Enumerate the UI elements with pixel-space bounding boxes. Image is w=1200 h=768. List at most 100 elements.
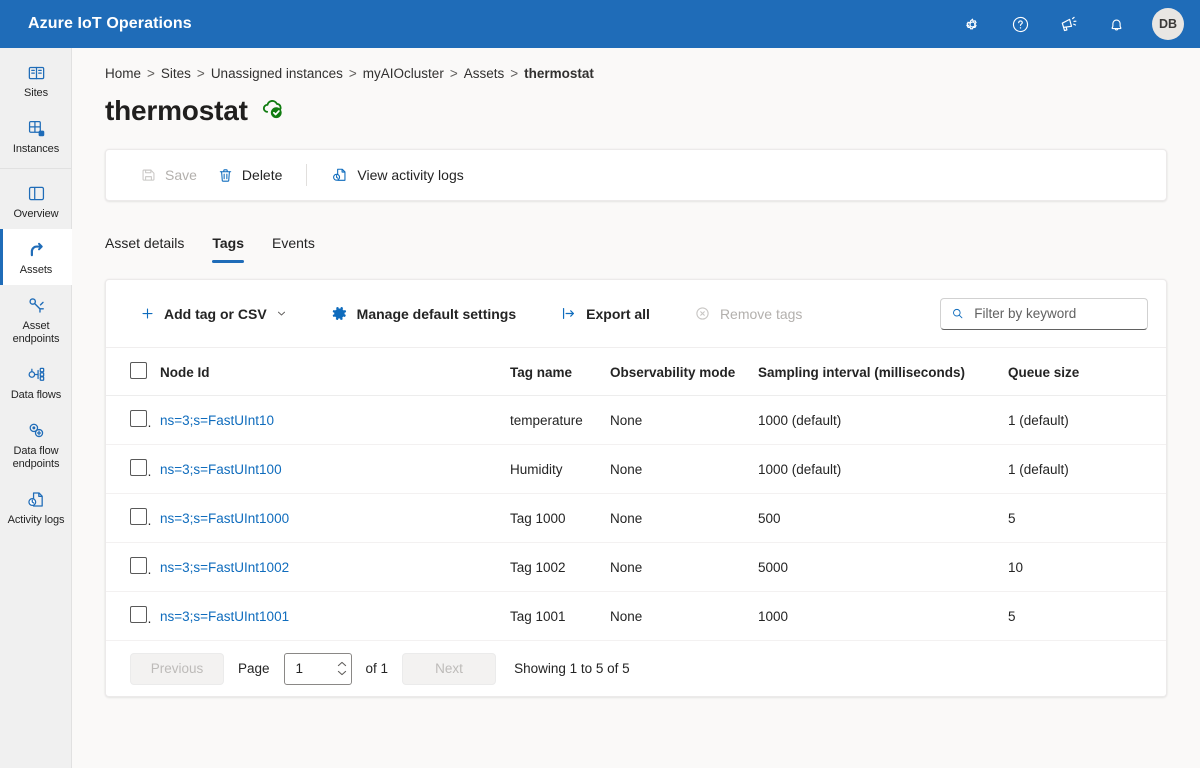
breadcrumb: Home > Sites > Unassigned instances > my… [105, 66, 1200, 81]
sites-icon [26, 61, 47, 83]
tab-asset-details[interactable]: Asset details [105, 233, 198, 263]
cell-queue-size: 10 [1000, 542, 1166, 592]
pagination: Previous Page of 1 Next Showing 1 to 5 o… [106, 641, 1166, 696]
tab-tags[interactable]: Tags [198, 233, 258, 263]
previous-page-button: Previous [130, 652, 224, 685]
row-checkbox[interactable] [130, 410, 147, 427]
gear-icon [332, 307, 346, 320]
command-bar: Save Delete View activity logs [105, 149, 1167, 201]
cell-sampling-interval: 1000 (default) [750, 444, 1000, 494]
page-number-input[interactable] [293, 660, 337, 677]
table-row[interactable]: ns=3;s=FastUInt1001 Tag 1001 None 1000 5 [106, 591, 1166, 641]
sidebar: Sites Instances Overview Assets Asset en… [0, 48, 72, 768]
stepper-arrows[interactable] [337, 661, 347, 676]
row-checkbox[interactable] [130, 508, 147, 525]
showing-range-label: Showing 1 to 5 of 5 [514, 661, 630, 676]
chevron-down-icon [337, 670, 346, 676]
sidebar-item-label: Data flow endpoints [12, 445, 60, 470]
cell-node-id: ns=3;s=FastUInt10 [152, 395, 502, 445]
instances-icon [26, 117, 47, 139]
node-id-link[interactable]: ns=3;s=FastUInt100 [160, 462, 282, 477]
save-label: Save [165, 167, 197, 183]
search-input[interactable] [972, 305, 1137, 322]
add-tag-or-csv-button[interactable]: Add tag or CSV [130, 297, 297, 331]
column-header-node-id[interactable]: Node Id [152, 348, 502, 396]
cell-queue-size: 5 [1000, 591, 1166, 641]
cell-node-id: ns=3;s=FastUInt100 [152, 444, 502, 494]
cell-tag-name: Tag 1001 [502, 591, 602, 641]
breadcrumb-item-unassigned-instances[interactable]: Unassigned instances [211, 66, 343, 81]
remove-icon [696, 307, 709, 320]
sidebar-item-instances[interactable]: Instances [0, 108, 72, 164]
table-row[interactable]: ns=3;s=FastUInt1000 Tag 1000 None 500 5 [106, 493, 1166, 543]
node-id-link[interactable]: ns=3;s=FastUInt10 [160, 413, 274, 428]
manage-default-settings-button[interactable]: Manage default settings [321, 297, 526, 331]
sidebar-item-sites[interactable]: Sites [0, 52, 72, 108]
column-header-observability-mode[interactable]: Observability mode [602, 348, 750, 396]
command-divider [306, 164, 308, 186]
manage-defaults-label: Manage default settings [356, 305, 517, 322]
export-icon [563, 307, 575, 320]
node-id-link[interactable]: ns=3;s=FastUInt1002 [160, 560, 289, 575]
sidebar-item-label: Assets [19, 264, 53, 276]
cell-sampling-interval: 5000 [750, 542, 1000, 592]
export-all-button[interactable]: Export all [550, 297, 660, 331]
help-icon[interactable] [1004, 8, 1036, 40]
row-checkbox[interactable] [130, 459, 147, 476]
table-row[interactable]: ns=3;s=FastUInt100 Humidity None 1000 (d… [106, 444, 1166, 494]
row-checkbox[interactable] [130, 606, 147, 623]
node-id-link[interactable]: ns=3;s=FastUInt1000 [160, 511, 289, 526]
sidebar-item-data-flow-endpoints[interactable]: Data flow endpoints [0, 410, 72, 479]
view-activity-logs-button[interactable]: View activity logs [321, 158, 473, 192]
overview-icon [26, 182, 47, 204]
cell-observability-mode: None [602, 444, 750, 494]
sidebar-item-overview[interactable]: Overview [0, 173, 72, 229]
breadcrumb-item-assets[interactable]: Assets [464, 66, 505, 81]
tab-events[interactable]: Events [258, 233, 329, 263]
sidebar-item-label: Overview [13, 208, 59, 220]
next-page-button: Next [402, 652, 497, 685]
cell-tag-name: Tag 1000 [502, 493, 602, 543]
settings-icon[interactable] [956, 8, 988, 40]
avatar[interactable]: DB [1152, 8, 1184, 40]
app-title: Azure IoT Operations [28, 15, 192, 32]
select-all-checkbox[interactable] [130, 362, 147, 379]
page-total-label: of 1 [365, 661, 389, 676]
page-number-stepper[interactable] [283, 652, 352, 685]
breadcrumb-item-sites[interactable]: Sites [161, 66, 191, 81]
cell-observability-mode: None [602, 493, 750, 543]
cell-sampling-interval: 1000 (default) [750, 395, 1000, 445]
row-checkbox[interactable] [130, 557, 147, 574]
breadcrumb-item-myaiocluster[interactable]: myAIOcluster [363, 66, 444, 81]
feedback-icon[interactable] [1052, 8, 1084, 40]
node-id-link[interactable]: ns=3;s=FastUInt1001 [160, 609, 289, 624]
cell-queue-size: 5 [1000, 493, 1166, 543]
column-header-sampling-interval[interactable]: Sampling interval (milliseconds) [750, 348, 1000, 396]
save-button: Save [130, 158, 207, 192]
notifications-icon[interactable] [1100, 8, 1132, 40]
table-header-row: Node Id Tag name Observability mode Samp… [106, 348, 1166, 396]
table-row[interactable]: ns=3;s=FastUInt1002 Tag 1002 None 5000 1… [106, 542, 1166, 592]
delete-button[interactable]: Delete [207, 158, 292, 192]
sidebar-item-data-flows[interactable]: Data flows [0, 354, 72, 410]
cell-sampling-interval: 1000 [750, 591, 1000, 641]
table-row[interactable]: ns=3;s=FastUInt10 temperature None 1000 … [106, 395, 1166, 445]
sidebar-item-activity-logs[interactable]: Activity logs [0, 479, 72, 535]
column-header-tag-name[interactable]: Tag name [502, 348, 602, 396]
column-header-queue-size[interactable]: Queue size [1000, 348, 1166, 396]
view-activity-logs-label: View activity logs [357, 167, 464, 183]
sidebar-item-asset-endpoints[interactable]: Asset endpoints [0, 285, 72, 354]
breadcrumb-separator: > [196, 66, 205, 81]
breadcrumb-item-home[interactable]: Home [105, 66, 141, 81]
app-header: Azure IoT Operations DB [0, 0, 1200, 48]
remove-tags-label: Remove tags [719, 305, 803, 322]
tab-list: Asset details Tags Events [105, 223, 1200, 263]
sidebar-item-assets[interactable]: Assets [0, 229, 72, 285]
asset-endpoints-icon [26, 294, 47, 316]
row-select-cell [106, 591, 152, 641]
delete-label: Delete [241, 167, 283, 183]
data-flows-icon [26, 363, 47, 385]
filter-search-box[interactable] [940, 297, 1148, 330]
breadcrumb-separator: > [449, 66, 458, 81]
breadcrumb-separator: > [510, 66, 519, 81]
